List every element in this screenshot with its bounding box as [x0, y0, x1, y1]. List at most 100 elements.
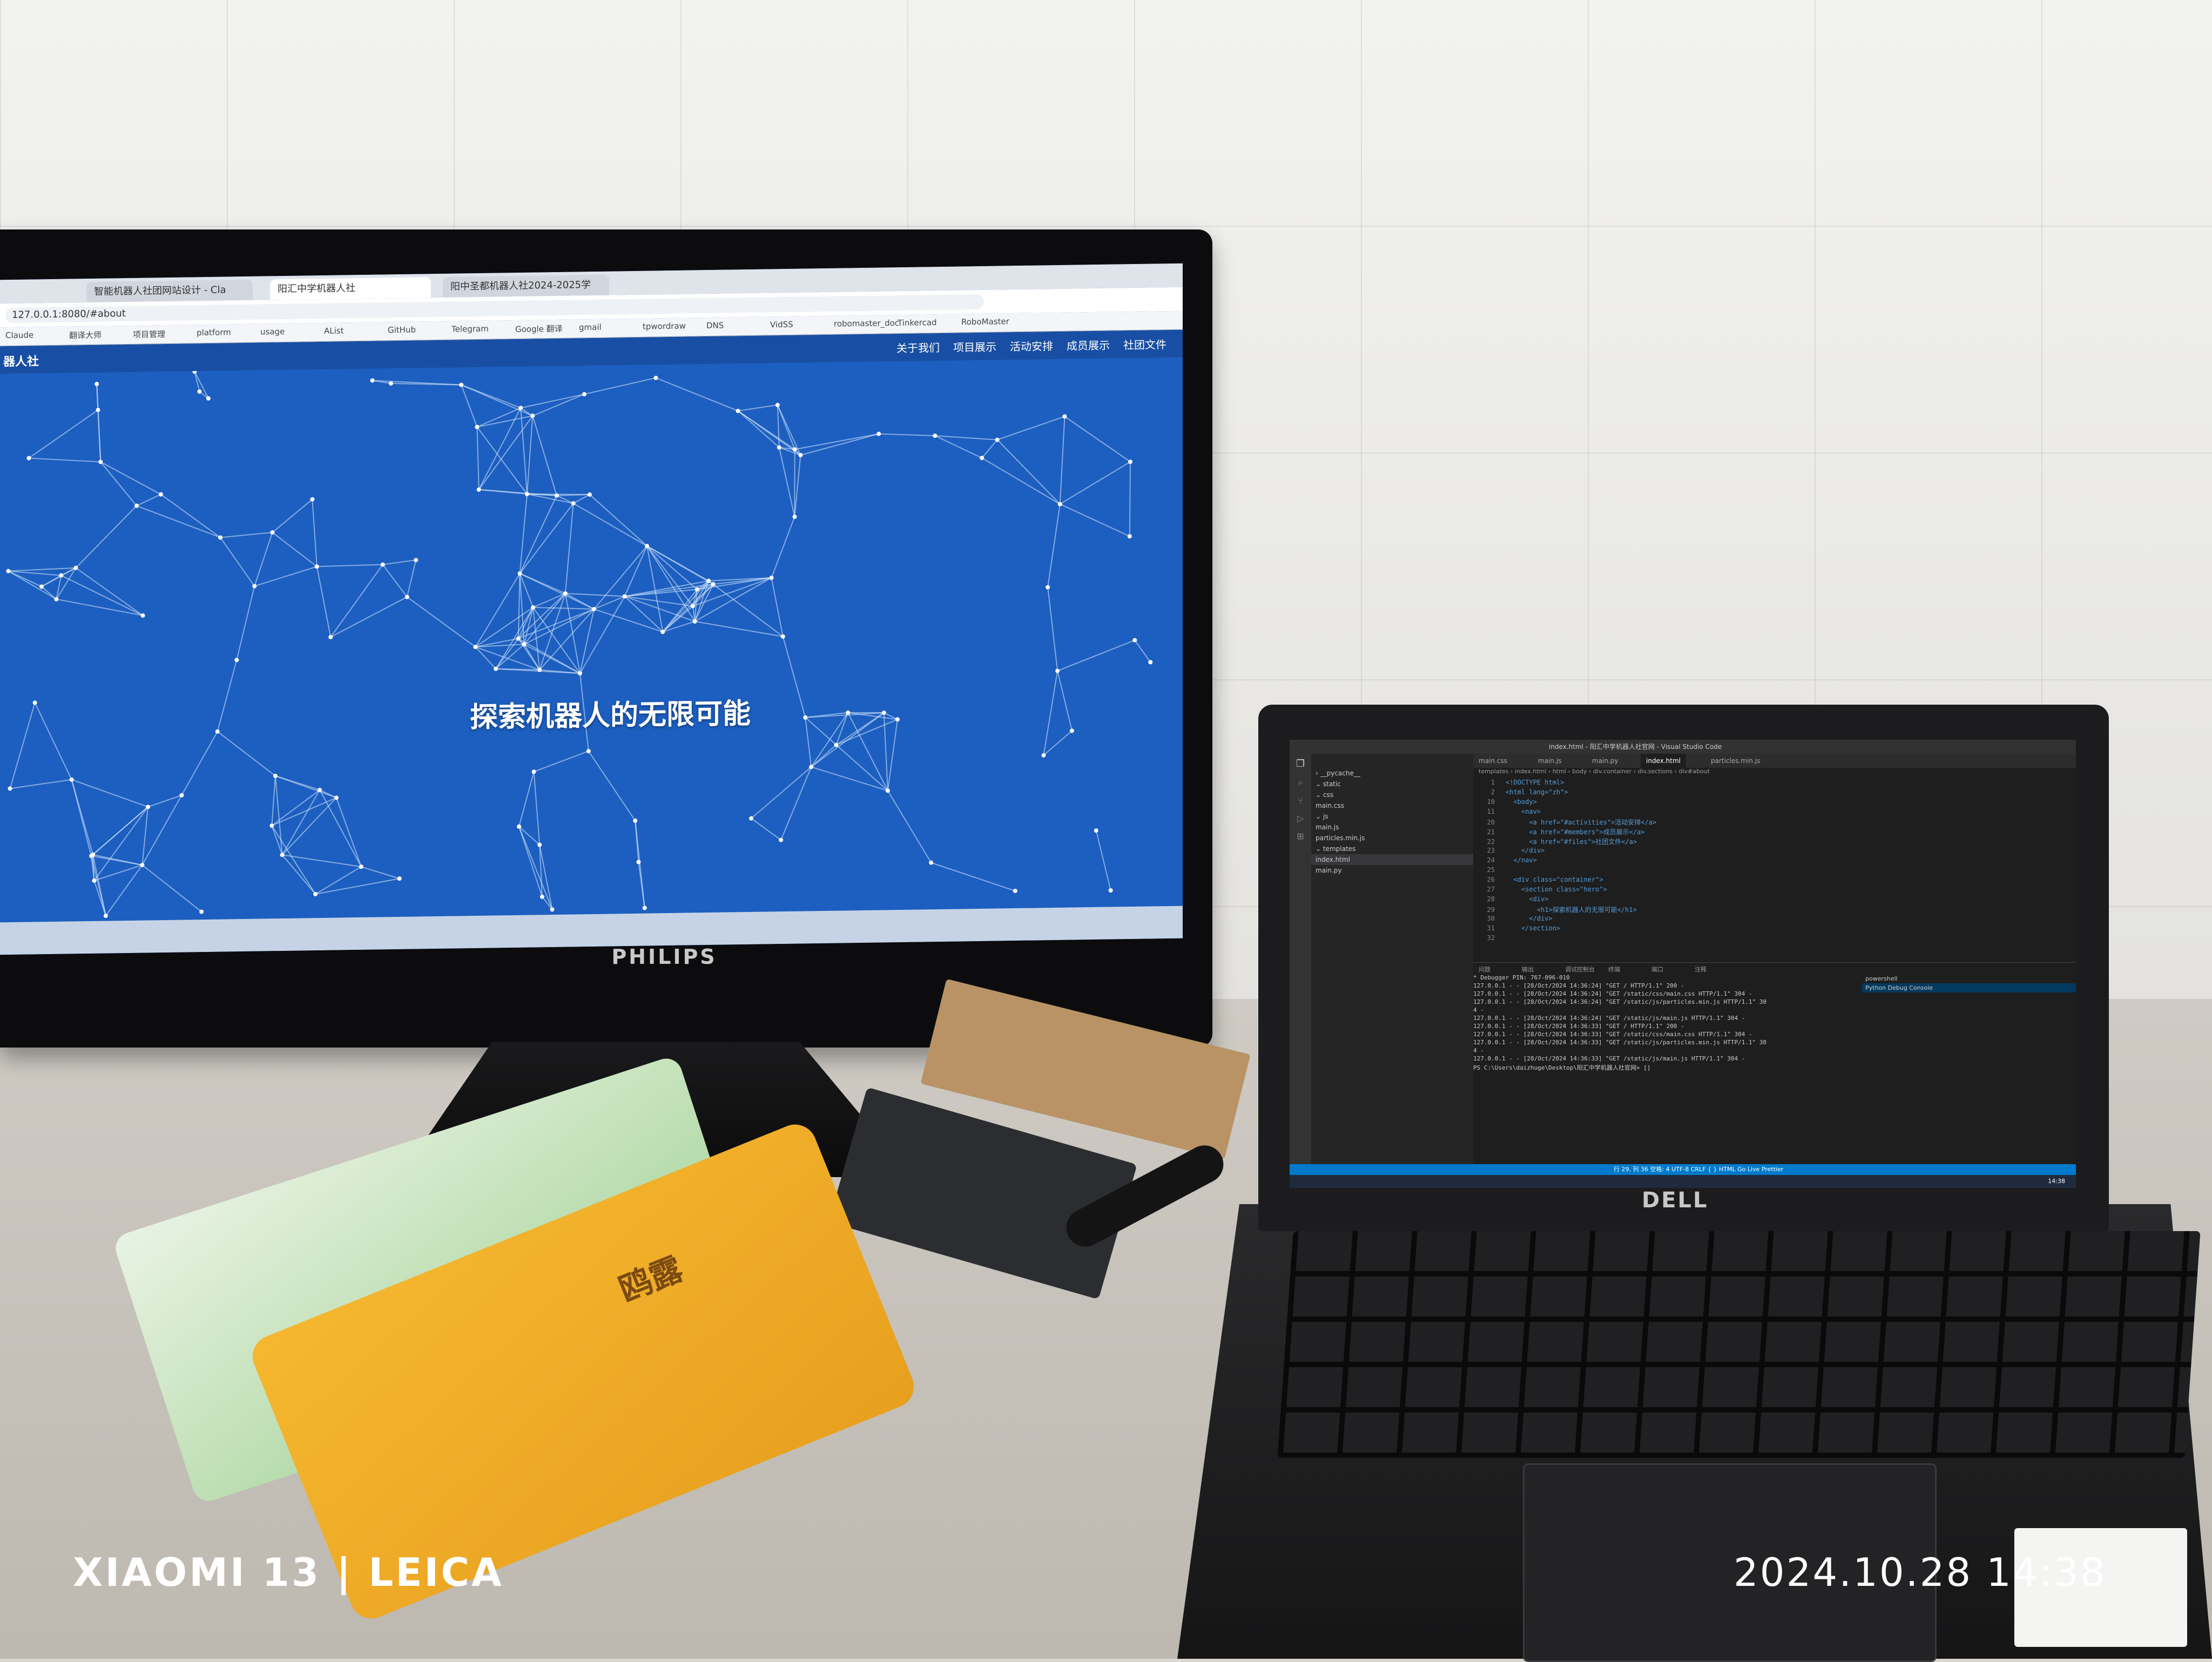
panel-tab[interactable]: 端口 — [1651, 965, 1663, 974]
explorer-item[interactable]: ⌄ js — [1311, 811, 1473, 822]
code-text: <div class="container"> — [1506, 876, 1603, 883]
particle-link — [317, 565, 383, 567]
explorer-item[interactable]: ⌄ static — [1311, 779, 1473, 789]
browser-tab-active[interactable]: 阳汇中学机器人社 — [270, 277, 431, 300]
particle-link — [331, 565, 383, 637]
editor-tab[interactable]: main.py — [1587, 754, 1624, 768]
particle-node — [518, 571, 522, 576]
panel-tab[interactable]: 调试控制台 — [1565, 965, 1595, 974]
particle-link — [496, 607, 533, 669]
nav-link-activities[interactable]: 活动安排 — [1010, 337, 1053, 354]
bookmark-item[interactable]: tpwordraw — [643, 321, 686, 332]
bookmark-item[interactable]: Telegram — [451, 324, 489, 334]
browser-tab[interactable]: 智能机器人社团网站设计 - Cla — [86, 280, 253, 302]
monitor-brand-logo: PHILIPS — [605, 945, 724, 967]
explorer-item[interactable]: main.js — [1311, 822, 1473, 833]
site-logo[interactable]: 器人社 — [3, 352, 39, 369]
terminal-item-python-debug[interactable]: Python Debug Console — [1862, 983, 2076, 992]
particle-link — [751, 767, 811, 818]
explorer-item[interactable]: ⌄ css — [1311, 789, 1473, 800]
particle-link — [772, 517, 795, 578]
particle-link — [638, 862, 644, 908]
bookmark-item[interactable]: VidSS — [770, 320, 793, 330]
panel-tab[interactable]: 终端 — [1608, 965, 1620, 974]
terminal-line: * Debugger PIN: 767-096-010 — [1473, 974, 1862, 982]
terminal-line: 127.0.0.1 - - [28/Oct/2024 14:36:33] "GE… — [1473, 1031, 1862, 1039]
particle-node — [643, 906, 647, 910]
line-number: 29 — [1473, 906, 1495, 914]
particle-link — [781, 767, 811, 840]
bookmark-item[interactable]: AList — [324, 326, 343, 336]
explorer-item[interactable]: main.css — [1311, 800, 1473, 811]
terminal-line: 4 - — [1473, 1047, 1862, 1055]
terminal-output[interactable]: * Debugger PIN: 767-096-010 127.0.0.1 - -… — [1473, 974, 1862, 1136]
code-editor[interactable]: 1<!DOCTYPE html>2<html lang="zh">10 <bod… — [1473, 779, 2076, 957]
editor-tab[interactable]: particles.min.js — [1705, 754, 1765, 768]
explorer-item[interactable]: main.py — [1311, 865, 1473, 876]
dell-laptop: index.html - 阳汇中学机器人社官网 - Visual Studio … — [1258, 705, 2109, 1231]
files-icon[interactable]: ❐ — [1290, 758, 1311, 769]
line-number: 26 — [1473, 876, 1495, 883]
particle-node — [59, 573, 63, 578]
particle-node — [318, 788, 322, 792]
editor-tab[interactable]: main.css — [1473, 754, 1513, 768]
bookmark-item[interactable]: DNS — [706, 321, 724, 330]
particle-link — [625, 596, 695, 623]
bookmark-item[interactable]: Claude — [5, 330, 33, 340]
code-line: 10 <body> — [1473, 798, 1537, 807]
browser-tab[interactable]: 阳中圣都机器人社2024-2025学 — [443, 275, 609, 298]
particle-node — [389, 381, 393, 386]
particle-node — [334, 795, 339, 800]
bookmark-item[interactable]: GitHub — [388, 325, 416, 335]
particle-link — [1057, 640, 1135, 671]
particle-link — [106, 865, 143, 916]
laptop-brand-logo: DELL — [1642, 1188, 1709, 1213]
nav-link-files[interactable]: 社团文件 — [1123, 336, 1166, 352]
particle-node — [846, 711, 850, 715]
particle-node — [563, 591, 568, 596]
bookmark-item[interactable]: 项目管理 — [133, 328, 165, 340]
explorer-item[interactable]: › __pycache__ — [1311, 768, 1473, 779]
terminal-item-powershell[interactable]: powershell — [1862, 974, 2076, 983]
panel-tab[interactable]: 问题 — [1479, 965, 1491, 974]
bookmark-item[interactable]: Google 翻译 — [515, 323, 563, 335]
bookmark-item[interactable]: RoboMaster — [961, 316, 1009, 327]
bookmark-item[interactable]: 翻译大师 — [69, 329, 102, 341]
line-number: 27 — [1473, 886, 1495, 893]
code-line: 27 <section class="hero"> — [1473, 886, 1607, 895]
source-control-icon[interactable]: ⑂ — [1290, 795, 1311, 806]
explorer-item[interactable]: particles.min.js — [1311, 833, 1473, 843]
run-debug-icon[interactable]: ▷ — [1290, 813, 1311, 823]
tissue-brand-text: 鸥露 — [611, 1243, 689, 1311]
code-text: <section class="hero"> — [1506, 886, 1607, 893]
line-number: 11 — [1473, 808, 1495, 815]
extensions-icon[interactable]: ⊞ — [1290, 831, 1311, 841]
particle-node — [876, 431, 881, 436]
bookmark-item[interactable]: robomaster_doc — [834, 318, 899, 329]
code-line: 2<html lang="zh"> — [1473, 788, 1568, 798]
particle-link — [811, 713, 884, 767]
particle-link — [533, 593, 565, 607]
particle-link — [800, 434, 879, 455]
panel-tab[interactable]: 注释 — [1695, 965, 1707, 974]
editor-tab-active[interactable]: index.html — [1641, 754, 1686, 768]
nav-link-members[interactable]: 成员展示 — [1067, 337, 1110, 353]
bookmark-item[interactable]: gmail — [579, 322, 602, 333]
particle-link — [496, 644, 524, 668]
bookmark-item[interactable]: usage — [260, 327, 285, 337]
code-line: 1<!DOCTYPE html> — [1473, 779, 1564, 788]
particle-link — [91, 856, 106, 916]
search-icon[interactable]: ⌕ — [1290, 777, 1311, 788]
explorer-item-selected[interactable]: index.html — [1311, 854, 1473, 865]
bookmark-item[interactable]: Tinkercad — [898, 317, 937, 328]
editor-tab[interactable]: main.js — [1533, 754, 1567, 768]
particle-link — [805, 717, 836, 745]
particle-node — [359, 864, 363, 869]
panel-tab[interactable]: 输出 — [1522, 965, 1534, 974]
particle-link — [181, 732, 217, 795]
explorer-item[interactable]: ⌄ templates — [1311, 843, 1473, 854]
particle-node — [70, 778, 74, 782]
nav-link-projects[interactable]: 项目展示 — [953, 339, 996, 355]
bookmark-item[interactable]: platform — [197, 327, 231, 337]
nav-link-about[interactable]: 关于我们 — [896, 339, 940, 355]
